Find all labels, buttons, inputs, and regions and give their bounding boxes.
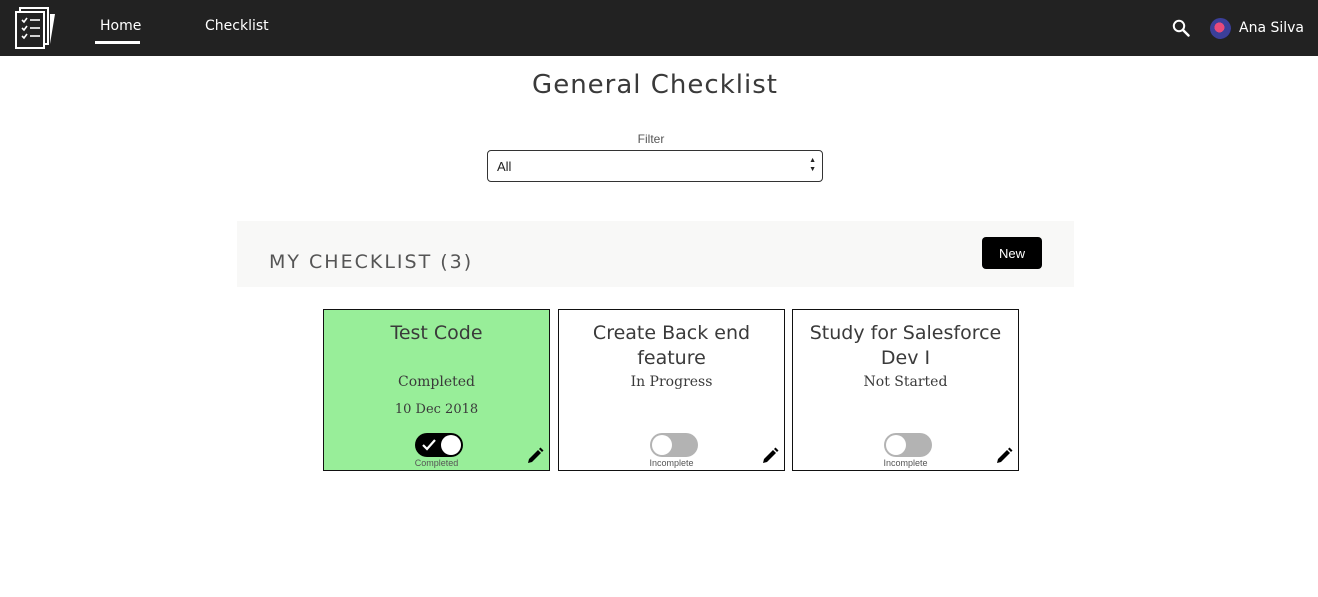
card-date: 10 Dec 2018 [394, 402, 479, 417]
toggle-label: Incomplete [883, 458, 928, 468]
filter-select[interactable]: All ▲ ▼ [487, 150, 823, 182]
filter-selected-value: All [497, 159, 512, 174]
card-title: Test Code [390, 322, 483, 344]
checklist-document-icon[interactable] [14, 6, 58, 50]
pencil-edit-icon[interactable] [526, 447, 544, 465]
card-status: Not Started [863, 374, 948, 390]
search-icon[interactable] [1172, 19, 1190, 37]
tab-home[interactable]: Home [100, 18, 141, 34]
my-checklist-header: MY CHECKLIST (3) New [237, 221, 1074, 287]
toggle-knob [441, 435, 461, 455]
active-tab-indicator [95, 41, 140, 44]
tab-checklist[interactable]: Checklist [205, 18, 269, 34]
toggle-knob [886, 435, 906, 455]
toggle-label: Completed [414, 458, 459, 468]
check-icon [422, 439, 436, 451]
toggle-label: Incomplete [649, 458, 694, 468]
completion-toggle[interactable] [884, 433, 932, 457]
checklist-card[interactable]: Create Back end feature In Progress Inco… [558, 309, 785, 471]
page-title: General Checklist [532, 70, 778, 100]
pencil-edit-icon[interactable] [995, 447, 1013, 465]
section-title: MY CHECKLIST (3) [269, 251, 474, 273]
new-button[interactable]: New [982, 237, 1042, 269]
completion-toggle[interactable] [415, 433, 463, 457]
card-status: In Progress [630, 374, 713, 390]
filter-label: Filter [637, 132, 665, 146]
pencil-edit-icon[interactable] [761, 447, 779, 465]
user-name[interactable]: Ana Silva [1239, 20, 1304, 36]
top-navigation-bar: Home Checklist Ana Silva [0, 0, 1318, 56]
card-title: Create Back end feature [592, 322, 751, 369]
checklist-card[interactable]: Test Code Completed 10 Dec 2018 Complete… [323, 309, 550, 471]
card-title: Study for Salesforce Dev I [809, 322, 1002, 369]
card-status: Completed [397, 374, 475, 390]
completion-toggle[interactable] [650, 433, 698, 457]
avatar[interactable] [1210, 18, 1231, 39]
select-arrows-icon: ▲ ▼ [809, 157, 816, 173]
toggle-knob [652, 435, 672, 455]
checklist-card[interactable]: Study for Salesforce Dev I Not Started I… [792, 309, 1019, 471]
